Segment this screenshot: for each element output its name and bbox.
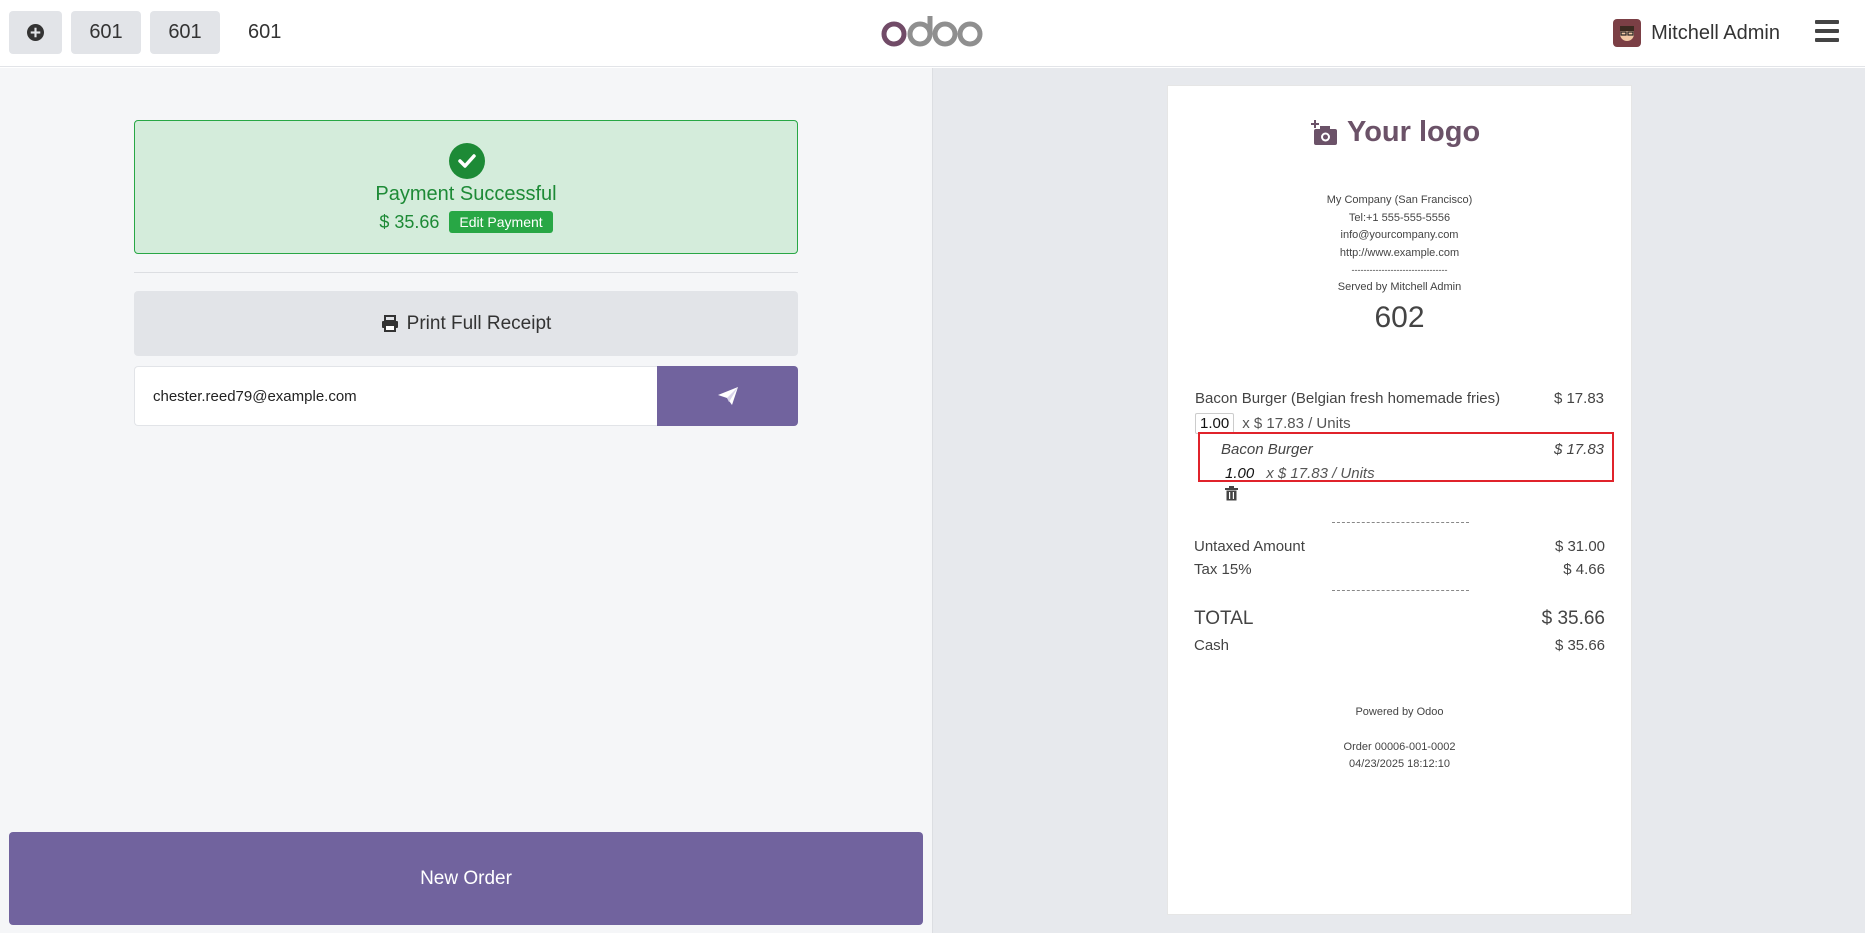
total-label: TOTAL [1194,608,1254,629]
email-input[interactable] [134,366,658,426]
payment-method-label: Cash [1194,637,1230,654]
divider [134,272,798,273]
user-name: Mitchell Admin [1651,21,1780,44]
receipt-order-number: 602 [1374,301,1425,334]
separator-line [1332,590,1469,591]
check-circle-icon [449,143,485,179]
powered-by: Powered by Odoo [1355,706,1444,718]
user-avatar-icon [1615,21,1640,45]
payment-method-value: $ 35.66 [1554,637,1605,654]
avatar [1613,19,1642,47]
receipt-line-name: Bacon Burger (Belgian fresh homemade fri… [1195,390,1501,407]
printer-icon [381,315,398,332]
current-order-label[interactable]: 601 [248,11,281,54]
combo-line-unit-price: x $ 17.83 / Units [1266,465,1375,482]
order-tab-button[interactable]: 601 [150,11,220,54]
combo-line-qty-row: 1.00 x $ 17.83 / Units [1221,464,1375,483]
untaxed-amount-value: $ 31.00 [1554,538,1605,555]
menu-button[interactable] [1815,20,1839,42]
receipt-line-unit-price: x $ 17.83 / Units [1242,415,1351,432]
combo-line-name: Bacon Burger [1221,441,1313,458]
receipt-line-price: $ 17.83 [1553,390,1604,407]
order-reference: Order 00006-001-0002 [1343,741,1456,753]
order-tab-button[interactable]: 601 [71,11,141,54]
untaxed-amount-label: Untaxed Amount [1194,538,1305,555]
company-phone: Tel:+1 555-555-5556 [1348,211,1451,224]
company-website: http://www.example.com [1339,246,1460,259]
order-datetime: 04/23/2025 18:12:10 [1349,758,1450,770]
payment-status-title: Payment Successful [375,183,557,205]
hamburger-icon [1815,20,1839,24]
payment-amount: $ 35.66 [379,211,440,232]
payment-amount-row: $ 35.66 Edit Payment [135,211,797,233]
new-order-button[interactable]: New Order [9,832,923,925]
company-email: info@yourcompany.com [1340,229,1459,241]
check-icon [458,154,476,168]
camera-plus-icon [1311,119,1337,145]
combo-line-qty: 1.00 [1225,465,1255,482]
info-separator: -------------------------------- [1351,265,1448,275]
receipt-preview-panel: Your logo My Company (San Francisco) Tel… [932,68,1865,933]
send-email-button[interactable] [657,366,798,426]
trash-icon[interactable] [1225,486,1238,501]
print-label: Print Full Receipt [406,312,552,334]
receipt: Your logo My Company (San Francisco) Tel… [1167,85,1632,915]
logo-text: Your logo [1347,116,1481,148]
paper-plane-icon [717,387,738,405]
top-bar: 601 601 601 Mitchell Admin [0,0,1865,67]
separator-line [1332,522,1469,523]
plus-circle-icon [27,24,44,41]
hamburger-icon-bar [1815,38,1839,42]
new-order-tab-button[interactable] [9,11,62,54]
odoo-logo [880,14,984,50]
odoo-logo-icon [881,16,983,47]
served-by: Served by Mitchell Admin [1337,281,1462,293]
payment-result-panel: Payment Successful $ 35.66 Edit Payment … [0,68,932,933]
hamburger-icon-bar [1815,29,1839,33]
company-name: My Company (San Francisco) [1326,194,1473,206]
receipt-line-qty: 1.00 [1195,413,1235,434]
tax-value: $ 4.66 [1563,561,1605,578]
receipt-logo[interactable]: Your logo [1311,116,1480,149]
edit-payment-button[interactable]: Edit Payment [449,211,553,233]
total-value: $ 35.66 [1541,608,1605,629]
company-info: My Company (San Francisco) Tel:+1 555-55… [1168,192,1631,297]
receipt-line-qty-row: 1.00 x $ 17.83 / Units [1195,413,1351,434]
print-full-receipt-button[interactable]: Print Full Receipt [134,291,798,356]
user-menu[interactable]: Mitchell Admin [1613,18,1780,48]
tax-label: Tax 15% [1194,561,1252,578]
payment-success-banner: Payment Successful $ 35.66 Edit Payment [134,120,798,254]
combo-line-price: $ 17.83 [1553,441,1604,458]
